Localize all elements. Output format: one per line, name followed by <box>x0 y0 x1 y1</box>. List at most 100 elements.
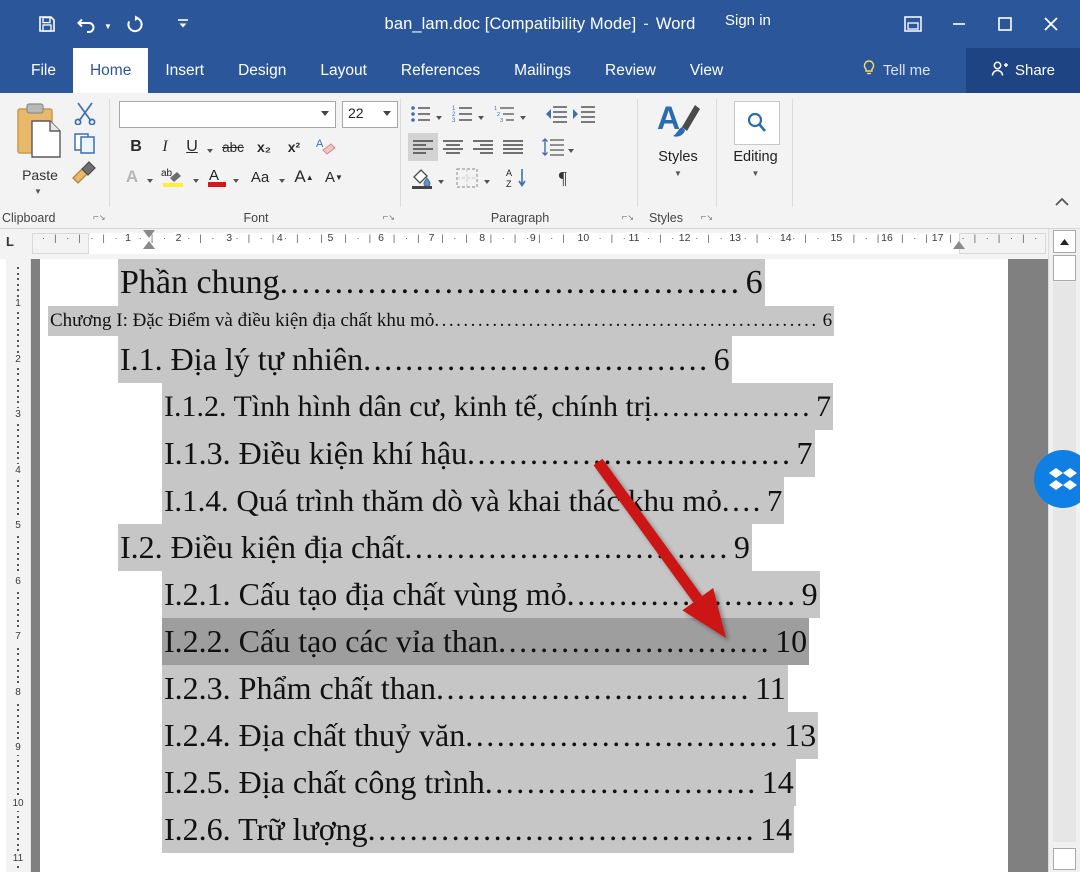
align-center-icon[interactable] <box>438 133 468 161</box>
change-case-caret-icon[interactable] <box>279 178 285 183</box>
document-page[interactable]: Phần chung .............................… <box>40 259 1008 872</box>
minimize-icon[interactable] <box>936 4 982 44</box>
ribbon-display-options-icon[interactable] <box>890 4 936 44</box>
sort-icon[interactable]: AZ <box>502 165 534 191</box>
tab-insert[interactable]: Insert <box>148 48 221 93</box>
decrease-indent-icon[interactable] <box>542 101 570 127</box>
text-effects-icon[interactable]: A <box>119 163 145 191</box>
strikethrough-button[interactable]: abc <box>217 133 249 161</box>
bullets-caret-icon[interactable] <box>436 115 442 120</box>
paste-dropdown-caret-icon[interactable]: ▼ <box>34 187 42 196</box>
editing-caret-icon[interactable]: ▼ <box>752 169 760 178</box>
scroll-thumb[interactable] <box>1053 255 1076 281</box>
customize-quick-access-icon[interactable] <box>166 7 200 41</box>
right-indent-marker[interactable] <box>953 241 965 249</box>
align-right-icon[interactable] <box>468 133 498 161</box>
toc-line[interactable]: I.1. Địa lý tự nhiên....................… <box>40 336 1008 383</box>
toc-line[interactable]: Phần chung .............................… <box>40 259 1008 306</box>
shading-icon[interactable] <box>408 165 436 191</box>
close-icon[interactable] <box>1028 4 1074 44</box>
increase-indent-icon[interactable] <box>570 101 598 127</box>
tab-file[interactable]: File <box>14 48 73 93</box>
toc-line[interactable]: I.1.2. Tình hình dân cư, kinh tế, chính … <box>40 383 1008 430</box>
text-highlight-color-icon[interactable]: ab <box>157 163 191 191</box>
italic-button[interactable]: I <box>151 133 179 161</box>
numbering-icon[interactable]: 123 <box>450 101 476 127</box>
vertical-scrollbar[interactable] <box>1048 229 1080 872</box>
font-dialog-launcher-icon[interactable]: ⌐↘ <box>382 212 395 223</box>
toc-line[interactable]: I.1.3. Điều kiện khí hậu ...............… <box>40 430 1008 477</box>
scroll-down-arrow-icon[interactable] <box>1053 848 1076 870</box>
highlight-caret-icon[interactable] <box>193 178 199 183</box>
clear-formatting-icon[interactable]: A <box>309 133 343 161</box>
grow-font-icon[interactable]: A ▲ <box>289 163 319 191</box>
toc-line[interactable]: I.2.6. Trữ lượng........................… <box>40 806 1008 853</box>
tab-design[interactable]: Design <box>221 48 303 93</box>
font-name-input[interactable] <box>119 101 336 128</box>
shrink-font-icon[interactable]: A ▼ <box>319 163 349 191</box>
borders-icon[interactable] <box>452 165 482 191</box>
font-size-input[interactable]: 22 <box>342 101 398 128</box>
collapse-ribbon-icon[interactable] <box>1054 197 1070 212</box>
format-painter-icon[interactable] <box>70 161 98 190</box>
borders-caret-icon[interactable] <box>484 179 490 184</box>
bold-button[interactable]: B <box>121 133 151 161</box>
underline-button[interactable]: U <box>179 133 205 161</box>
tab-layout[interactable]: Layout <box>303 48 384 93</box>
toc-line[interactable]: I.2.2. Cấu tạo các vỉa than ............… <box>40 618 1008 665</box>
hanging-indent-marker[interactable] <box>143 241 155 249</box>
styles-caret-icon[interactable]: ▼ <box>674 169 682 178</box>
tab-review[interactable]: Review <box>588 48 673 93</box>
toc-line[interactable]: I.1.4. Quá trình thăm dò và khai thác kh… <box>40 477 1008 524</box>
cut-icon[interactable] <box>72 101 98 130</box>
subscript-button[interactable]: x₂ <box>249 133 279 161</box>
bullets-icon[interactable] <box>408 101 434 127</box>
scroll-up-arrow-icon[interactable] <box>1053 230 1076 253</box>
toc-line[interactable]: I.2. Điều kiện địa chất.................… <box>40 524 1008 571</box>
tell-me-box[interactable]: Tell me <box>862 48 931 93</box>
find-icon[interactable] <box>734 101 780 145</box>
horizontal-ruler[interactable]: L ·|·|·|·|·|·|·|·|·|·|·|·|·|·|·|·|·|·|·|… <box>0 229 1080 259</box>
shading-caret-icon[interactable] <box>438 179 444 184</box>
font-color-caret-icon[interactable] <box>233 178 239 183</box>
first-line-indent-marker[interactable] <box>143 230 155 238</box>
superscript-button[interactable]: x² <box>279 133 309 161</box>
styles-dialog-launcher-icon[interactable]: ⌐↘ <box>700 212 713 223</box>
line-spacing-icon[interactable] <box>540 133 566 161</box>
clipboard-dialog-launcher-icon[interactable]: ⌐↘ <box>93 212 106 223</box>
restore-icon[interactable] <box>982 4 1028 44</box>
paragraph-dialog-launcher-icon[interactable]: ⌐↘ <box>621 212 634 223</box>
tab-view[interactable]: View <box>673 48 740 93</box>
tab-references[interactable]: References <box>384 48 497 93</box>
paste-icon[interactable] <box>12 101 68 167</box>
undo-dropdown-caret-icon[interactable]: ▼ <box>104 23 112 31</box>
tab-mailings[interactable]: Mailings <box>497 48 588 93</box>
vertical-ruler[interactable]: 1 2 3 4 5 6 7 8 9 10 11 <box>6 259 31 872</box>
justify-icon[interactable] <box>498 133 528 161</box>
multilevel-list-icon[interactable]: 123 <box>492 101 518 127</box>
styles-icon[interactable]: A <box>656 99 702 152</box>
font-color-icon[interactable]: A <box>203 163 231 191</box>
toc-line[interactable]: I.2.3. Phẩm chất than ..................… <box>40 665 1008 712</box>
show-formatting-marks-icon[interactable]: ¶ <box>548 165 578 191</box>
font-size-caret-icon[interactable] <box>383 111 391 116</box>
toc-line[interactable]: I.2.5. Địa chất công trình .............… <box>40 759 1008 806</box>
multilevel-caret-icon[interactable] <box>520 115 526 120</box>
toc-line[interactable]: I.2.4. Địa chất thuỷ văn................… <box>40 712 1008 759</box>
line-spacing-caret-icon[interactable] <box>568 148 574 153</box>
copy-icon[interactable] <box>72 131 98 160</box>
scroll-track[interactable] <box>1053 282 1076 842</box>
share-button[interactable]: Share <box>966 48 1080 93</box>
numbering-caret-icon[interactable] <box>478 115 484 120</box>
align-left-icon[interactable] <box>408 133 438 161</box>
underline-caret-icon[interactable] <box>207 148 213 153</box>
change-case-button[interactable]: Aa <box>243 163 277 191</box>
font-name-caret-icon[interactable] <box>321 111 329 116</box>
save-icon[interactable] <box>30 7 64 41</box>
toc-line[interactable]: I.2.1. Cấu tạo địa chất vùng mỏ ........… <box>40 571 1008 618</box>
table-of-contents[interactable]: Phần chung .............................… <box>40 259 1008 853</box>
tab-home[interactable]: Home <box>72 48 149 93</box>
document-canvas[interactable]: Phần chung .............................… <box>31 259 1049 872</box>
undo-icon[interactable] <box>70 7 104 41</box>
redo-icon[interactable] <box>118 7 152 41</box>
